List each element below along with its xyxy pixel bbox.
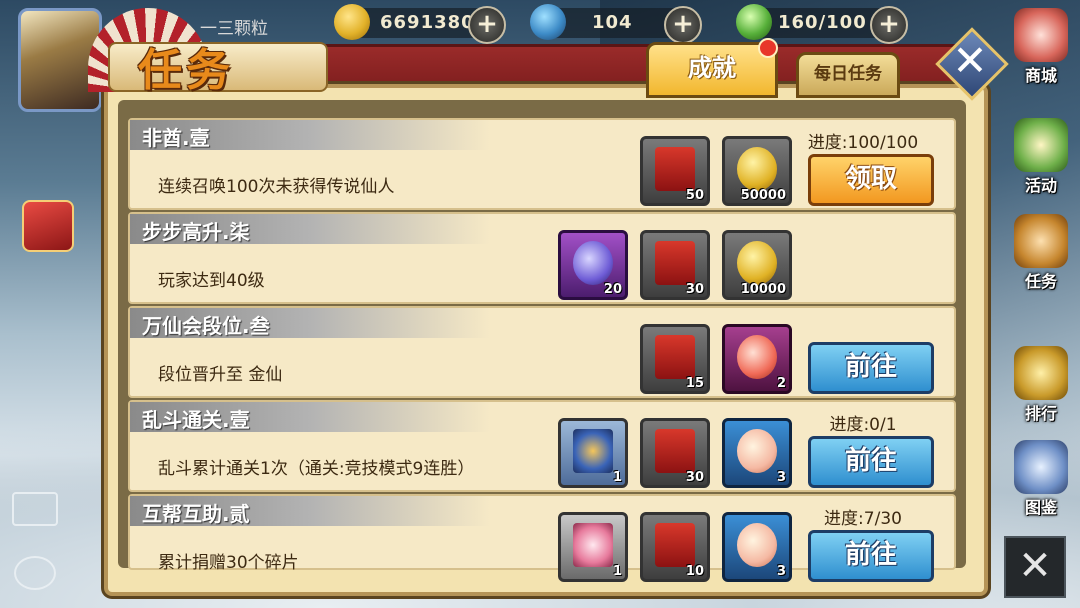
close-square-icon[interactable]: ✕	[1004, 536, 1066, 598]
reward-quantity: 10000	[740, 282, 786, 297]
reward-scroll-icon[interactable]: 15	[640, 324, 710, 394]
reward-art	[655, 429, 695, 473]
reward-coin-icon[interactable]: 50000	[722, 136, 792, 206]
reward-art	[655, 147, 695, 191]
side-menu-event[interactable]: 活动	[1008, 118, 1074, 196]
side-menu-label: 任务	[1024, 272, 1057, 291]
panel-title-banner: 任务	[88, 8, 328, 96]
reward-scroll-icon[interactable]: 30	[640, 230, 710, 300]
coin-counter: 6691380 +	[334, 4, 506, 44]
reward-quantity: 15	[685, 376, 704, 391]
reward-art	[573, 523, 613, 567]
side-menu-mission[interactable]: 任务	[1008, 214, 1074, 292]
task-name: 万仙会段位.叁	[142, 314, 270, 338]
task-name: 非酋.壹	[142, 126, 210, 150]
reward-quantity: 50	[685, 188, 704, 203]
go-button[interactable]: 前往	[808, 342, 934, 394]
notification-badge	[758, 38, 778, 58]
energy-value: 160/100	[778, 12, 867, 33]
task-progress: 进度:0/1	[829, 415, 897, 435]
reward-girl-icon[interactable]: 1	[558, 512, 628, 582]
claim-button[interactable]: 领取	[808, 154, 934, 206]
task-description: 累计捐赠30个碎片	[158, 553, 299, 573]
reward-peach-blue-icon[interactable]: 3	[722, 418, 792, 488]
task-row: 互帮互助.贰累计捐赠30个碎片 1 10 3 进度:7/30 前往	[128, 494, 956, 582]
gem-value: 104	[592, 12, 633, 33]
task-name: 乱斗通关.壹	[142, 408, 250, 432]
reward-coin-icon[interactable]: 10000	[722, 230, 792, 300]
reward-art	[737, 241, 777, 285]
coin-value: 6691380	[380, 12, 475, 33]
reward-bottle-icon[interactable]: 20	[558, 230, 628, 300]
close-icon: ✕	[952, 36, 988, 85]
ranking-icon	[1014, 346, 1068, 400]
reward-art	[655, 335, 695, 379]
reward-quantity: 1	[612, 564, 622, 579]
task-row: 万仙会段位.叁段位晋升至 金仙 15 2 前往	[128, 306, 956, 398]
reward-art	[737, 523, 777, 567]
side-menu-shop[interactable]: 商城	[1008, 8, 1074, 86]
task-progress: 进度:100/100	[807, 133, 919, 153]
go-button[interactable]: 前往	[808, 530, 934, 582]
side-menu-ranking[interactable]: 排行	[1008, 346, 1074, 424]
close-panel-button[interactable]: ✕	[935, 27, 1009, 101]
task-progress: 进度:7/30	[824, 509, 902, 529]
reward-art	[573, 429, 613, 473]
reward-dragon-icon[interactable]: 1	[558, 418, 628, 488]
tab-daily-tasks[interactable]: 每日任务	[796, 52, 900, 98]
gem-icon	[530, 4, 566, 40]
task-row: 乱斗通关.壹乱斗累计通关1次（通关:竞技模式9连胜） 1 30 3 进度:0/1 前往	[128, 400, 956, 492]
reward-scroll-icon[interactable]: 10	[640, 512, 710, 582]
reward-art	[737, 147, 777, 191]
side-menu-label: 排行	[1024, 404, 1057, 423]
reward-quantity: 30	[685, 470, 704, 485]
reward-art	[737, 429, 777, 473]
side-menu-label: 商城	[1024, 66, 1057, 85]
side-menu-label: 活动	[1024, 176, 1057, 195]
task-description: 玩家达到40级	[158, 271, 265, 291]
energy-icon	[736, 4, 772, 40]
reward-peach-purple-icon[interactable]: 2	[722, 324, 792, 394]
reward-quantity: 30	[685, 282, 704, 297]
reward-peach-blue-icon[interactable]: 3	[722, 512, 792, 582]
chat-icon[interactable]	[14, 556, 56, 590]
task-name: 互帮互助.贰	[142, 502, 250, 526]
task-name: 步步高升.柒	[142, 220, 250, 244]
energy-counter: 160/100 +	[736, 4, 908, 44]
task-row: 步步高升.柒玩家达到40级 20 30 10000	[128, 212, 956, 304]
reward-quantity: 10	[685, 564, 704, 579]
reward-quantity: 3	[776, 470, 786, 485]
reward-scroll-icon[interactable]: 50	[640, 136, 710, 206]
event-icon	[1014, 118, 1068, 172]
task-description: 段位晋升至 金仙	[158, 365, 283, 385]
task-description: 连续召唤100次未获得传说仙人	[158, 177, 395, 197]
reward-art	[655, 523, 695, 567]
reward-scroll-icon[interactable]: 30	[640, 418, 710, 488]
red-packet-icon[interactable]	[22, 200, 74, 252]
reward-art	[737, 335, 777, 379]
reward-quantity: 50000	[740, 188, 786, 203]
go-button[interactable]: 前往	[808, 436, 934, 488]
reward-quantity: 1	[612, 470, 622, 485]
add-gem-button[interactable]: +	[664, 6, 702, 44]
coin-icon	[334, 4, 370, 40]
reward-quantity: 3	[776, 564, 786, 579]
codex-icon	[1014, 440, 1068, 494]
add-energy-button[interactable]: +	[870, 6, 908, 44]
mail-icon[interactable]	[12, 492, 58, 526]
side-menu-codex[interactable]: 图鉴	[1008, 440, 1074, 518]
mission-icon	[1014, 214, 1068, 268]
reward-art	[573, 241, 613, 285]
task-row: 非酋.壹连续召唤100次未获得传说仙人 50 50000 进度:100/100 领取	[128, 118, 956, 210]
reward-art	[655, 241, 695, 285]
add-coin-button[interactable]: +	[468, 6, 506, 44]
gem-counter: 104 +	[530, 4, 702, 44]
reward-quantity: 20	[603, 282, 622, 297]
side-menu-label: 图鉴	[1024, 498, 1057, 517]
reward-quantity: 2	[776, 376, 786, 391]
shop-icon	[1014, 8, 1068, 62]
task-description: 乱斗累计通关1次（通关:竞技模式9连胜）	[158, 459, 475, 479]
panel-title: 任务	[138, 45, 234, 96]
